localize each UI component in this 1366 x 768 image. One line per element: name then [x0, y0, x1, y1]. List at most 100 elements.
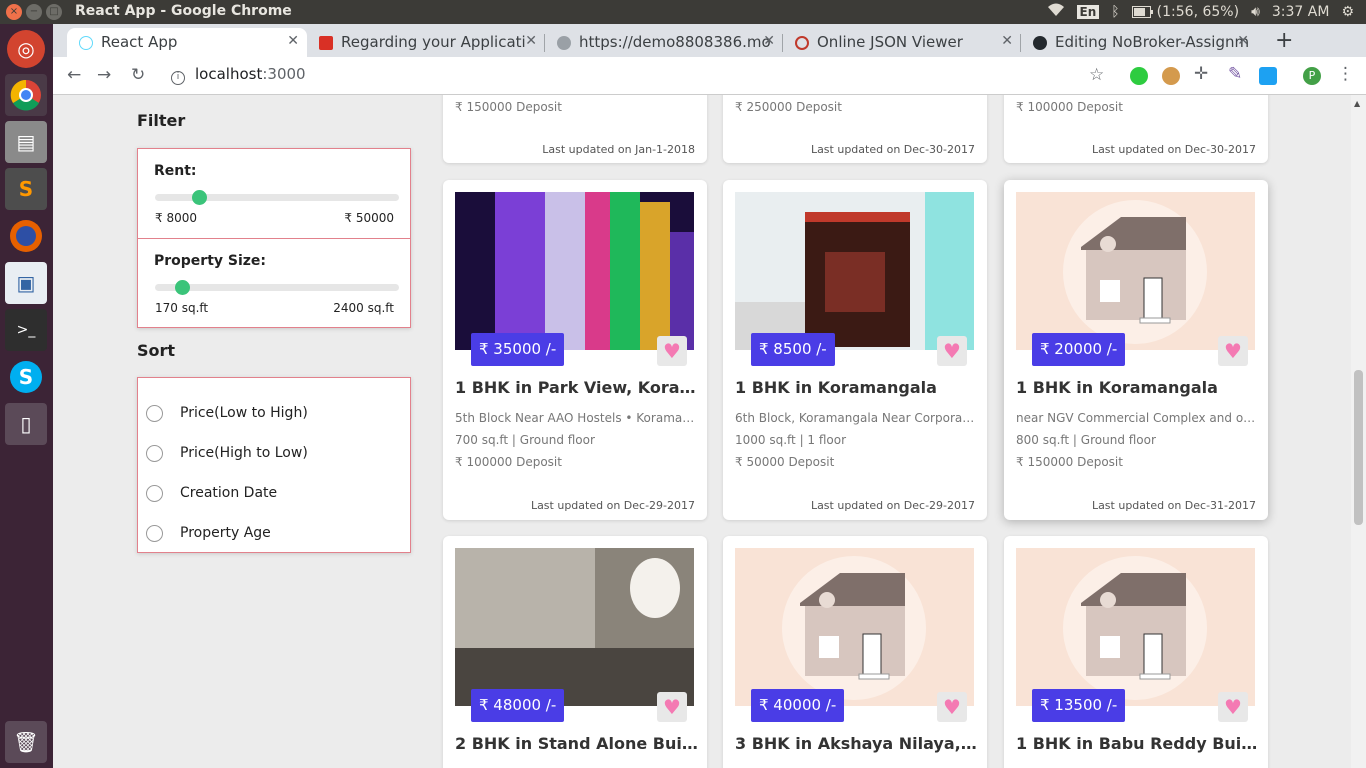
radio-button[interactable] — [146, 524, 163, 542]
profile-avatar[interactable]: P — [1303, 67, 1321, 85]
tab-demo[interactable]: https://demo8808386.mo ✕ — [545, 28, 783, 57]
terminal-icon[interactable]: >_ — [5, 309, 47, 351]
tab-gmail[interactable]: Regarding your Applicati ✕ — [307, 28, 545, 57]
radio-button[interactable] — [146, 484, 163, 502]
new-tab-button[interactable]: + — [1275, 28, 1293, 53]
settings-gear-icon[interactable]: ⚙ — [1341, 4, 1354, 20]
bookmark-star-icon[interactable]: ☆ — [1089, 65, 1104, 85]
property-card[interactable]: ₹ 20000 /- ♥ 1 BHK in Koramangala near N… — [1004, 180, 1268, 520]
favorite-heart-icon[interactable]: ♥ — [1218, 336, 1248, 366]
property-photo[interactable] — [455, 192, 694, 350]
property-title[interactable]: 1 BHK in Koramangala — [735, 378, 979, 397]
files-icon[interactable]: ▤ — [5, 121, 47, 163]
house-icon — [1063, 200, 1207, 344]
keyboard-language-indicator[interactable]: En — [1076, 5, 1100, 19]
property-card[interactable]: ₹ 250000 Deposit Last updated on Dec-30-… — [723, 95, 987, 163]
phone-device-icon[interactable]: ▯ — [5, 403, 47, 445]
property-card[interactable]: ₹ 8500 /- ♥ 1 BHK in Koramangala 6th Blo… — [723, 180, 987, 520]
tab-close-icon[interactable]: ✕ — [763, 33, 775, 49]
ubuntu-launcher: ◎ ▤ S ▣ >_ S ▯ 🗑︎ — [0, 24, 53, 768]
rent-slider[interactable] — [155, 190, 399, 205]
deposit-text: ₹ 50000 Deposit — [735, 455, 835, 469]
favorite-heart-icon[interactable]: ♥ — [937, 692, 967, 722]
firefox-icon[interactable] — [5, 215, 47, 257]
size-slider[interactable] — [155, 280, 399, 295]
property-card[interactable]: ₹ 13500 /- ♥ 1 BHK in Babu Reddy Buildin… — [1004, 536, 1268, 768]
favorite-heart-icon[interactable]: ♥ — [937, 336, 967, 366]
property-title[interactable]: 3 BHK in Akshaya Nilaya, Ejipura — [735, 734, 979, 753]
radio-button[interactable] — [146, 404, 163, 422]
svg-text:S: S — [19, 365, 33, 389]
wifi-icon[interactable] — [1047, 3, 1065, 21]
tab-github[interactable]: Editing NoBroker-Assignm ✕ — [1021, 28, 1257, 57]
property-title[interactable]: 1 BHK in Park View, Koramangala — [455, 378, 699, 397]
tab-react-app[interactable]: React App ✕ — [67, 28, 307, 57]
property-placeholder-image[interactable] — [735, 548, 974, 706]
skype-icon[interactable]: S — [5, 356, 47, 398]
scrollbar-thumb[interactable] — [1354, 370, 1363, 525]
rent-slider-handle[interactable] — [191, 190, 207, 205]
property-card[interactable]: ₹ 40000 /- ♥ 3 BHK in Akshaya Nilaya, Ej… — [723, 536, 987, 768]
site-info-icon[interactable]: i — [171, 71, 185, 85]
clock[interactable]: 3:37 AM — [1272, 4, 1330, 20]
sort-option-property-age[interactable]: Property Age — [146, 513, 410, 553]
react-icon — [79, 36, 93, 50]
tab-close-icon[interactable]: ✕ — [1237, 33, 1249, 49]
deposit-text: ₹ 150000 Deposit — [1016, 455, 1123, 469]
favorite-heart-icon[interactable]: ♥ — [657, 336, 687, 366]
cookie-extension-icon[interactable] — [1162, 67, 1180, 85]
ubuntu-dash-icon[interactable]: ◎ — [7, 30, 45, 68]
url-field[interactable]: i localhost:3000 — [171, 65, 306, 85]
property-photo[interactable] — [455, 548, 694, 706]
property-title[interactable]: 1 BHK in Babu Reddy Building — [1016, 734, 1260, 753]
size-filter: Property Size: 170 sq.ft 2400 sq.ft — [138, 238, 410, 327]
property-title[interactable]: 1 BHK in Koramangala — [1016, 378, 1260, 397]
back-arrow-icon[interactable]: ← — [67, 65, 81, 85]
property-card[interactable]: ₹ 48000 /- ♥ 2 BHK in Stand Alone Buildi… — [443, 536, 707, 768]
battery-indicator[interactable]: (1:56, 65%) — [1131, 4, 1239, 20]
os-top-bar: × − □ React App - Google Chrome En ᛒ (1:… — [0, 0, 1366, 24]
sort-option-creation-date[interactable]: Creation Date — [146, 473, 410, 513]
property-card[interactable]: ₹ 100000 Deposit Last updated on Dec-30-… — [1004, 95, 1268, 163]
chrome-launcher-icon[interactable] — [5, 74, 47, 116]
property-placeholder-image[interactable] — [1016, 548, 1255, 706]
deposit-text: ₹ 150000 Deposit — [455, 100, 562, 114]
sort-panel: Price(Low to High) Price(High to Low) Cr… — [137, 377, 411, 553]
property-card[interactable]: ₹ 35000 /- ♥ 1 BHK in Park View, Koraman… — [443, 180, 707, 520]
property-placeholder-image[interactable] — [1016, 192, 1255, 350]
extension-blue-icon[interactable] — [1259, 67, 1277, 85]
chrome-menu-icon[interactable]: ⋮ — [1337, 64, 1354, 84]
forward-arrow-icon[interactable]: → — [97, 65, 111, 85]
scroll-up-arrow-icon[interactable]: ▲ — [1354, 99, 1360, 108]
page-scrollbar[interactable]: ▲ — [1351, 95, 1366, 768]
favorite-heart-icon[interactable]: ♥ — [1218, 692, 1248, 722]
sort-option-price-low-high[interactable]: Price(Low to High) — [146, 393, 410, 433]
window-close-button[interactable]: × — [6, 4, 22, 20]
tab-label: https://demo8808386.mo — [579, 33, 771, 51]
color-picker-icon[interactable]: ✎ — [1228, 64, 1242, 84]
battery-icon — [1131, 6, 1153, 18]
reload-icon[interactable]: ↻ — [131, 65, 145, 85]
tab-close-icon[interactable]: ✕ — [525, 33, 537, 49]
sort-heading: Sort — [137, 341, 176, 360]
favorite-heart-icon[interactable]: ♥ — [657, 692, 687, 722]
property-title[interactable]: 2 BHK in Stand Alone Building — [455, 734, 699, 753]
property-photo[interactable] — [735, 192, 974, 350]
window-maximize-button[interactable]: □ — [46, 4, 62, 20]
trash-icon[interactable]: 🗑︎ — [5, 721, 47, 763]
extension-green-icon[interactable] — [1130, 67, 1148, 85]
tab-close-icon[interactable]: ✕ — [287, 33, 299, 49]
move-extension-icon[interactable]: ✛ — [1194, 64, 1208, 84]
size-slider-handle[interactable] — [174, 280, 190, 295]
sublime-text-icon[interactable]: S — [5, 168, 47, 210]
sort-option-price-high-low[interactable]: Price(High to Low) — [146, 433, 410, 473]
tab-json-viewer[interactable]: Online JSON Viewer ✕ — [783, 28, 1021, 57]
radio-button[interactable] — [146, 444, 163, 462]
tab-close-icon[interactable]: ✕ — [1001, 33, 1013, 49]
property-card[interactable]: ₹ 150000 Deposit Last updated on Jan-1-2… — [443, 95, 707, 163]
bluetooth-icon[interactable]: ᛒ — [1111, 4, 1119, 20]
volume-icon[interactable]: 🔊︎ — [1251, 4, 1260, 20]
sort-option-label: Creation Date — [180, 485, 278, 501]
image-viewer-icon[interactable]: ▣ — [5, 262, 47, 304]
window-minimize-button[interactable]: − — [26, 4, 42, 20]
